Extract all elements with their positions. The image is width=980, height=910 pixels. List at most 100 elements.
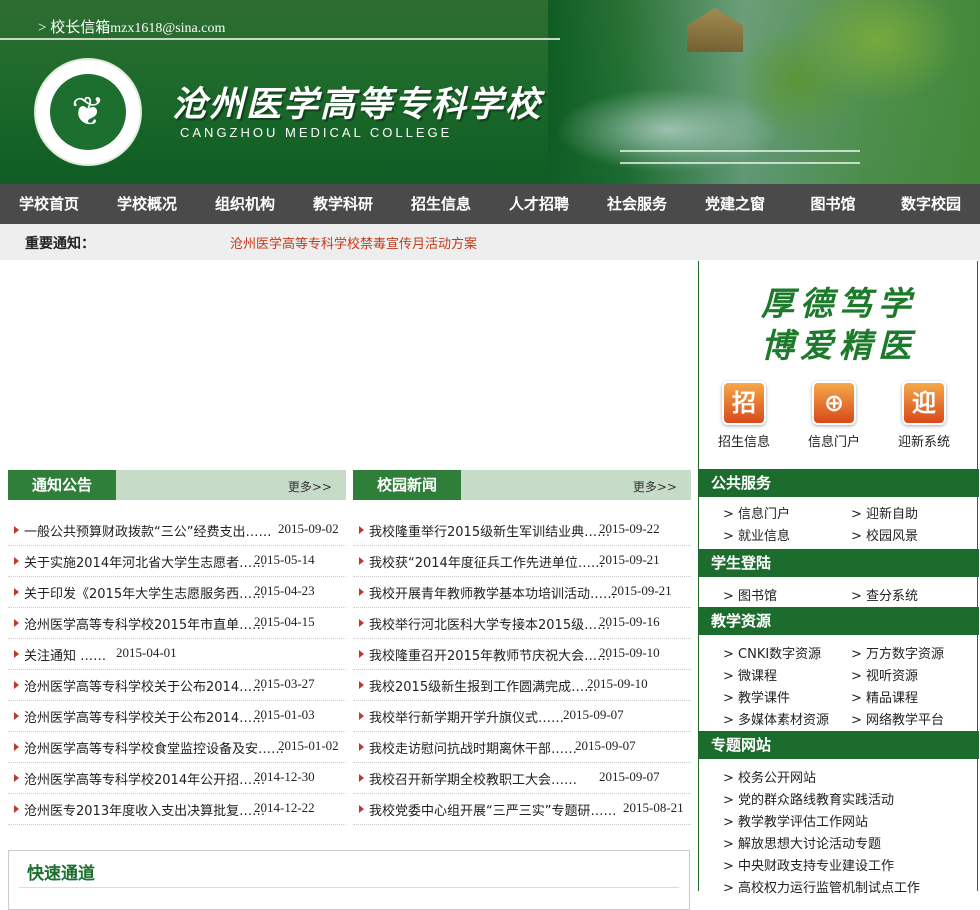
arrow-icon — [359, 588, 364, 596]
nav-item-social-service[interactable]: 社会服务 — [588, 184, 686, 224]
link-affairs-open[interactable]: > 校务公开网站 — [723, 767, 816, 786]
item-date: 2015-09-02 — [278, 521, 339, 536]
item-title: 我校隆重召开2015年教师节庆祝大会…… — [369, 649, 611, 664]
item-title: 我校隆重举行2015级新生军训结业典…… — [369, 525, 611, 540]
item-date: 2015-09-21 — [599, 552, 660, 567]
link-library[interactable]: > 图书馆 — [723, 585, 777, 604]
portal-icon: ⊕ — [812, 381, 856, 425]
arrow-icon — [14, 743, 19, 751]
notice-link[interactable]: 沧州医学高等专科学校禁毒宣传月活动方案 — [230, 233, 477, 252]
school-motto: 厚德笃学 博爱精医 — [749, 283, 929, 367]
nav-item-library[interactable]: 图书馆 — [784, 184, 882, 224]
arrow-icon — [359, 805, 364, 813]
item-title: 我校举行河北医科大学专接本2015级…… — [369, 618, 611, 633]
list-item[interactable]: 我校隆重举行2015级新生军训结业典…… 2015-09-22 — [353, 514, 691, 546]
nav-item-organization[interactable]: 组织机构 — [196, 184, 294, 224]
nav-item-overview[interactable]: 学校概况 — [98, 184, 196, 224]
info-portal-button[interactable]: ⊕ 信息门户 — [799, 381, 869, 450]
list-item[interactable]: 一般公共预算财政拨款“三公”经费支出…… 2015-09-02 — [8, 514, 346, 546]
notices-more-link[interactable]: 更多>> — [288, 478, 332, 495]
quick-access-box: 快速通道 — [8, 850, 690, 910]
link-multimedia[interactable]: > 多媒体素材资源 — [723, 709, 829, 728]
notice-label: 重要通知： — [25, 236, 95, 252]
bridge-image — [620, 150, 860, 164]
link-score-query[interactable]: > 查分系统 — [851, 585, 918, 604]
item-date: 2015-09-21 — [611, 583, 672, 598]
link-courseware[interactable]: > 教学课件 — [723, 687, 790, 706]
nav-item-recruitment[interactable]: 人才招聘 — [490, 184, 588, 224]
list-item[interactable]: 我校举行河北医科大学专接本2015级…… 2015-09-16 — [353, 607, 691, 639]
link-finance-support[interactable]: > 中央财政支持专业建设工作 — [723, 855, 894, 874]
item-title: 关于印发《2015年大学生志愿服务西…… — [24, 587, 266, 602]
link-micro-course[interactable]: > 微课程 — [723, 665, 777, 684]
arrow-icon — [14, 588, 19, 596]
arrow-icon — [14, 619, 19, 627]
item-title: 沧州医学高等专科学校关于公布2014…… — [24, 680, 266, 695]
list-item[interactable]: 我校隆重召开2015年教师节庆祝大会…… 2015-09-10 — [353, 638, 691, 670]
list-item[interactable]: 我校开展青年教师教学基本功培训活动…… 2015-09-21 — [353, 576, 691, 608]
mailbox-address: mzx1618@sina.com — [110, 21, 226, 36]
nav-item-teaching[interactable]: 教学科研 — [294, 184, 392, 224]
nav-item-home[interactable]: 学校首页 — [0, 184, 98, 224]
list-item[interactable]: 我校2015级新生报到工作圆满完成…… 2015-09-10 — [353, 669, 691, 701]
link-cnki[interactable]: > CNKI数字资源 — [723, 643, 821, 662]
section-special-sites: 专题网站 — [699, 731, 979, 759]
section-student-login: 学生登陆 — [699, 549, 979, 577]
list-item[interactable]: 沧州医专2013年度收入支出决算批复…… 2014-12-22 — [8, 793, 346, 825]
link-power-supervision[interactable]: > 高校权力运行监管机制试点工作 — [723, 877, 920, 896]
item-title: 我校2015级新生报到工作圆满完成…… — [369, 680, 598, 695]
notices-panel: 通知公告 更多>> 一般公共预算财政拨款“三公”经费支出…… 2015-09-02… — [8, 470, 346, 825]
list-item[interactable]: 关于实施2014年河北省大学生志愿者…… 2015-05-14 — [8, 545, 346, 577]
link-quality-course[interactable]: > 精品课程 — [851, 687, 918, 706]
list-item[interactable]: 我校召开新学期全校教职工大会…… 2015-09-07 — [353, 762, 691, 794]
link-info-portal[interactable]: > 信息门户 — [723, 503, 790, 522]
important-notice-bar: 重要通知： 沧州医学高等专科学校禁毒宣传月活动方案 — [0, 224, 980, 260]
news-header: 校园新闻 更多>> — [353, 470, 691, 500]
principal-mailbox-link[interactable]: > 校长信箱mzx1618@sina.com — [38, 16, 225, 37]
welcome-system-label: 迎新系统 — [897, 435, 950, 450]
enroll-info-button[interactable]: 招 招生信息 — [709, 381, 779, 450]
item-title: 一般公共预算财政拨款“三公”经费支出…… — [24, 525, 272, 540]
logo-flower-icon: ❦ — [71, 89, 105, 135]
nav-item-digital-campus[interactable]: 数字校园 — [882, 184, 980, 224]
link-wanfang[interactable]: > 万方数字资源 — [851, 643, 944, 662]
list-item[interactable]: 沧州医学高等专科学校关于公布2014…… 2015-03-27 — [8, 669, 346, 701]
quick-access-title: 快速通道 — [27, 864, 95, 884]
link-mass-line[interactable]: > 党的群众路线教育实践活动 — [723, 789, 894, 808]
welcome-system-button[interactable]: 迎 迎新系统 — [889, 381, 959, 450]
link-employment[interactable]: > 就业信息 — [723, 525, 790, 544]
enroll-info-label: 招生信息 — [717, 435, 770, 450]
nav-item-admissions[interactable]: 招生信息 — [392, 184, 490, 224]
list-item[interactable]: 沧州医学高等专科学校2015年市直单…… 2015-04-15 — [8, 607, 346, 639]
list-item[interactable]: 沧州医学高等专科学校2014年公开招…… 2014-12-30 — [8, 762, 346, 794]
notices-title: 通知公告 — [8, 470, 116, 500]
item-title: 关注通知 …… — [24, 649, 107, 664]
arrow-icon — [14, 774, 19, 782]
arrow-icon — [359, 526, 364, 534]
list-item[interactable]: 我校举行新学期开学升旗仪式…… 2015-09-07 — [353, 700, 691, 732]
list-item[interactable]: 关注通知 …… 2015-04-01 — [8, 638, 346, 670]
link-campus-scenery[interactable]: > 校园风景 — [851, 525, 918, 544]
notices-header: 通知公告 更多>> — [8, 470, 346, 500]
site-header: > 校长信箱mzx1618@sina.com ❦ 沧州医学高等专科学校 CANG… — [0, 0, 980, 184]
list-item[interactable]: 关于印发《2015年大学生志愿服务西…… 2015-04-23 — [8, 576, 346, 608]
school-logo[interactable]: ❦ — [34, 58, 142, 166]
news-more-link[interactable]: 更多>> — [633, 478, 677, 495]
link-audiovisual[interactable]: > 视听资源 — [851, 665, 918, 684]
logo-emblem: ❦ — [50, 74, 126, 150]
list-item[interactable]: 我校党委中心组开展“三严三实”专题研…… 2015-08-21 — [353, 793, 691, 825]
list-item[interactable]: 沧州医学高等专科学校关于公布2014…… 2015-01-03 — [8, 700, 346, 732]
campus-news-panel: 校园新闻 更多>> 我校隆重举行2015级新生军训结业典…… 2015-09-22… — [353, 470, 691, 825]
list-item[interactable]: 沧州医学高等专科学校食堂监控设备及安…… 2015-01-02 — [8, 731, 346, 763]
list-item[interactable]: 我校走访慰问抗战时期离休干部…… 2015-09-07 — [353, 731, 691, 763]
link-welcome-self[interactable]: > 迎新自助 — [851, 503, 918, 522]
list-item[interactable]: 我校获“2014年度征兵工作先进单位…… 2015-09-21 — [353, 545, 691, 577]
item-date: 2015-04-01 — [116, 645, 177, 660]
section-teaching-resources: 教学资源 — [699, 607, 979, 635]
link-discussion[interactable]: > 解放思想大讨论活动专题 — [723, 833, 881, 852]
quick-icon-row: 招 招生信息 ⊕ 信息门户 迎 迎新系统 — [699, 381, 979, 451]
item-date: 2015-03-27 — [254, 676, 315, 691]
link-online-teaching[interactable]: > 网络教学平台 — [851, 709, 944, 728]
nav-item-party[interactable]: 党建之窗 — [686, 184, 784, 224]
link-evaluation[interactable]: > 教学教学评估工作网站 — [723, 811, 868, 830]
